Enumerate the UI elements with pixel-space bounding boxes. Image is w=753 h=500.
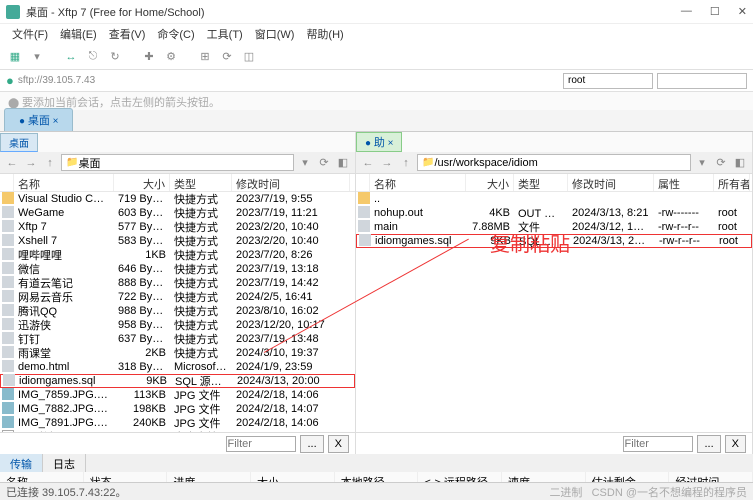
fwd-icon[interactable]: → [23, 155, 39, 171]
back-icon[interactable]: ← [4, 155, 20, 171]
file-row[interactable]: idiomgames.sql9KBSQL 源文件2024/3/13, 20:00 [0, 374, 355, 388]
file-row[interactable]: IMG_7891.JPG.JPG240KBJPG 文件2024/2/18, 14… [0, 416, 355, 430]
remote-columns: 名称大小类型修改时间属性所有者 [356, 174, 752, 192]
opts-local-icon[interactable]: ⟳ [316, 155, 332, 171]
file-row[interactable]: WeGame603 Bytes快捷方式2023/7/19, 11:21 [0, 206, 355, 220]
file-row[interactable]: 腾讯QQ988 Bytes快捷方式2023/8/10, 16:02 [0, 304, 355, 318]
menu-view[interactable]: 查看(V) [105, 26, 150, 42]
username-input[interactable] [563, 73, 653, 89]
remote-tab[interactable]: ● 助 × [356, 132, 402, 152]
local-path[interactable]: 📁 桌面 [61, 154, 294, 171]
close-button[interactable]: ✕ [738, 5, 747, 18]
local-filter-clear[interactable]: X [328, 435, 349, 453]
menu-window[interactable]: 窗口(W) [251, 26, 299, 42]
address-text[interactable]: sftp://39.105.7.43 [18, 75, 559, 86]
file-row[interactable]: Xshell 7583 Bytes快捷方式2023/2/20, 10:40 [0, 234, 355, 248]
remote-pane: ● 助 × ← → ↑ 📁 /usr/workspace/idiom ▾ ⟳ ◧… [356, 132, 753, 454]
session-status-icon: ● [6, 73, 14, 88]
titlebar: 桌面 - Xftp 7 (Free for Home/School) — ☐ ✕ [0, 0, 753, 24]
file-row[interactable]: Xftp 7577 Bytes快捷方式2023/2/20, 10:40 [0, 220, 355, 234]
open-icon[interactable]: ▾ [28, 48, 46, 66]
more-local-icon[interactable]: ◧ [335, 155, 351, 171]
file-row[interactable]: demo.html318 BytesMicrosoft ...2024/1/9,… [0, 360, 355, 374]
file-row[interactable]: 网易云音乐722 Bytes快捷方式2024/2/5, 16:41 [0, 290, 355, 304]
view-icon[interactable]: ⊞ [196, 48, 214, 66]
remote-up-icon[interactable]: ↑ [398, 155, 414, 171]
file-row[interactable]: 微信646 Bytes快捷方式2023/7/19, 13:18 [0, 262, 355, 276]
local-filter-input[interactable] [226, 436, 296, 452]
reconnect-icon[interactable]: ↻ [106, 48, 124, 66]
local-tab[interactable]: 桌面 [0, 133, 38, 152]
remote-filter-more[interactable]: ... [697, 435, 720, 453]
menu-help[interactable]: 帮助(H) [302, 26, 347, 42]
remote-file-list[interactable]: ..nohup.out4KBOUT 文件2024/3/13, 8:21-rw--… [356, 192, 752, 432]
remote-fwd-icon[interactable]: → [379, 155, 395, 171]
minimize-button[interactable]: — [681, 5, 692, 18]
new-session-icon[interactable]: ▦ [6, 48, 24, 66]
file-row[interactable]: 雨课堂2KB快捷方式2024/3/10, 19:37 [0, 346, 355, 360]
remote-refresh-icon[interactable]: ▾ [694, 155, 710, 171]
menu-file[interactable]: 文件(F) [8, 26, 52, 42]
menu-command[interactable]: 命令(C) [153, 26, 198, 42]
local-filter-more[interactable]: ... [300, 435, 323, 453]
status-bar: 已连接 39.105.7.43:22。 二进制 CSDN @一名不想编程的程序员 [0, 482, 753, 500]
refresh-icon[interactable]: ⟳ [218, 48, 236, 66]
file-row[interactable]: 钉钉637 Bytes快捷方式2023/7/19, 13:48 [0, 332, 355, 346]
file-row[interactable]: idiomgames.sql9KBSQL 源文件2024/3/13, 20:14… [356, 234, 752, 248]
layout-icon[interactable]: ◫ [240, 48, 258, 66]
file-row[interactable]: .. [356, 192, 752, 206]
up-icon[interactable]: ↑ [42, 155, 58, 171]
menu-edit[interactable]: 编辑(E) [56, 26, 101, 42]
menu-tools[interactable]: 工具(T) [203, 26, 247, 42]
window-title: 桌面 - Xftp 7 (Free for Home/School) [26, 4, 681, 20]
file-row[interactable]: 迅游侠958 Bytes快捷方式2023/12/20, 10:17 [0, 318, 355, 332]
local-file-list[interactable]: Visual Studio Code719 Bytes快捷方式2023/7/19… [0, 192, 355, 432]
tab-log[interactable]: 日志 [43, 454, 86, 472]
status-text: 已连接 39.105.7.43:22。 [6, 484, 126, 500]
file-row[interactable]: main7.88MB文件2024/3/12, 18:20-rw-r--r--ro… [356, 220, 752, 234]
local-pane: 桌面 ← → ↑ 📁 桌面 ▾ ⟳ ◧ 名称大小类型修改时间 Visual St… [0, 132, 356, 454]
new-icon[interactable]: ✚ [140, 48, 158, 66]
local-columns: 名称大小类型修改时间 [0, 174, 355, 192]
app-icon [6, 5, 20, 19]
remote-filter-input[interactable] [623, 436, 693, 452]
disconnect-icon[interactable]: ⎋ [84, 48, 102, 66]
file-row[interactable]: IMG_7882.JPG.JPG198KBJPG 文件2024/2/18, 14… [0, 402, 355, 416]
session-tab-desktop[interactable]: ● 桌面 × [4, 108, 73, 131]
menubar: 文件(F) 编辑(E) 查看(V) 命令(C) 工具(T) 窗口(W) 帮助(H… [0, 24, 753, 44]
refresh-local-icon[interactable]: ▾ [297, 155, 313, 171]
file-row[interactable]: Visual Studio Code719 Bytes快捷方式2023/7/19… [0, 192, 355, 206]
toolbar: ▦ ▾ ↔ ⎋ ↻ ✚ ⚙ ⊞ ⟳ ◫ [0, 44, 753, 70]
address-bar: ● sftp://39.105.7.43 [0, 70, 753, 92]
maximize-button[interactable]: ☐ [710, 5, 720, 18]
remote-filter-clear[interactable]: X [725, 435, 746, 453]
properties-icon[interactable]: ⚙ [162, 48, 180, 66]
session-tabs: ● 桌面 × [0, 110, 753, 132]
remote-opts-icon[interactable]: ⟳ [713, 155, 729, 171]
bottom-tabs: 传输 日志 [0, 454, 753, 472]
remote-path[interactable]: 📁 /usr/workspace/idiom [417, 154, 691, 171]
remote-more-icon[interactable]: ◧ [732, 155, 748, 171]
file-row[interactable]: IMG_7859.JPG.JPG113KBJPG 文件2024/2/18, 14… [0, 388, 355, 402]
connect-icon[interactable]: ↔ [62, 48, 80, 66]
hint-text: ⬤ 要添加当前会话，点击左侧的箭头按钮。 [0, 92, 753, 110]
remote-back-icon[interactable]: ← [360, 155, 376, 171]
password-input[interactable] [657, 73, 747, 89]
file-row[interactable]: 有道云笔记888 Bytes快捷方式2023/7/19, 14:42 [0, 276, 355, 290]
tab-transfer[interactable]: 传输 [0, 454, 43, 472]
file-row[interactable]: nohup.out4KBOUT 文件2024/3/13, 8:21-rw----… [356, 206, 752, 220]
file-row[interactable]: 哩哔哩哩1KB快捷方式2023/7/20, 8:26 [0, 248, 355, 262]
